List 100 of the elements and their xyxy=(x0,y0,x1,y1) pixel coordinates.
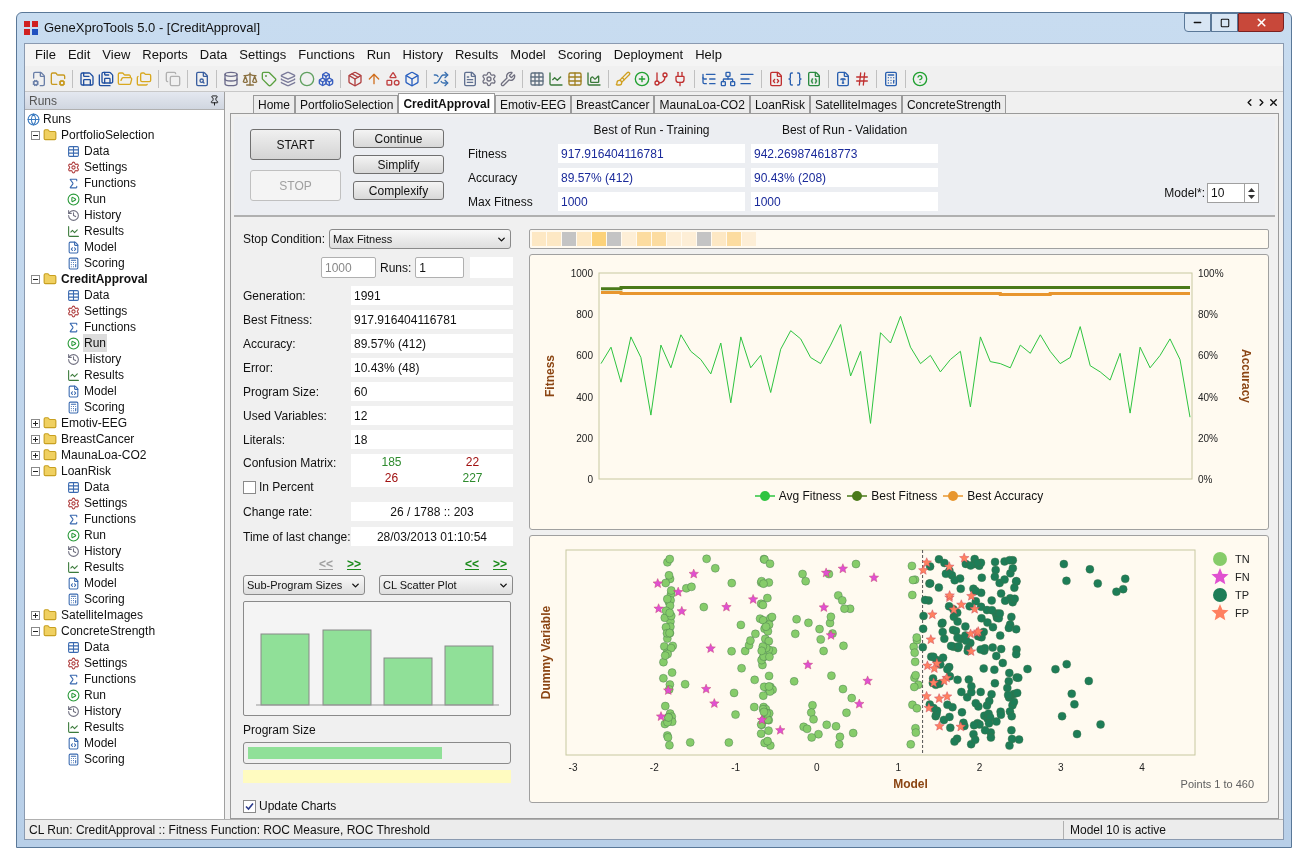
tree-item[interactable]: Model xyxy=(83,382,118,400)
menu-item[interactable]: Run xyxy=(360,45,397,65)
help-icon[interactable] xyxy=(912,70,928,87)
tree-item[interactable]: PortfolioSelection xyxy=(60,126,156,144)
menu-item[interactable]: Functions xyxy=(292,45,361,65)
file-gear-icon[interactable] xyxy=(31,70,47,87)
menu-item[interactable]: Deployment xyxy=(607,45,690,65)
cube-icon[interactable] xyxy=(404,70,420,87)
checkbox[interactable] xyxy=(243,799,256,813)
menu-item[interactable]: File xyxy=(29,45,62,65)
tree-item[interactable]: Scoring xyxy=(83,398,126,416)
tree-item[interactable]: Scoring xyxy=(83,590,126,608)
hash-icon[interactable] xyxy=(854,70,870,87)
action-button[interactable]: Continue xyxy=(353,129,444,148)
runs-field[interactable]: 1 xyxy=(415,257,465,278)
tree-item[interactable]: Functions xyxy=(83,174,138,192)
tree-item[interactable]: Settings xyxy=(83,158,129,176)
checkbox[interactable] xyxy=(243,480,256,494)
nav-link[interactable]: >> xyxy=(347,555,361,573)
maximize-button[interactable] xyxy=(1211,13,1238,32)
save-all-icon[interactable] xyxy=(98,70,114,87)
tree-item[interactable]: Results xyxy=(83,558,125,576)
tab[interactable]: ConcreteStrength xyxy=(901,95,1006,113)
add-icon[interactable] xyxy=(634,70,650,87)
menu-item[interactable]: History xyxy=(396,45,449,65)
chart-selector-dropdown[interactable]: CL Scatter Plot xyxy=(379,575,513,595)
tree-item[interactable]: Settings xyxy=(83,654,129,672)
tree-item[interactable]: History xyxy=(83,350,123,368)
menu-item[interactable]: Help xyxy=(689,45,728,65)
menu-item[interactable]: Edit xyxy=(61,45,97,65)
tree-item[interactable]: Data xyxy=(83,638,111,656)
tree-item[interactable]: Run xyxy=(83,334,107,352)
calculator-icon[interactable] xyxy=(883,70,899,87)
type-file-icon[interactable] xyxy=(835,70,851,87)
tab[interactable]: SatelliteImages xyxy=(809,95,902,113)
model-spinner[interactable]: 10 xyxy=(1207,183,1259,203)
tree-item[interactable]: Settings xyxy=(83,494,129,512)
area-chart-icon[interactable] xyxy=(586,70,602,87)
collapse-icon[interactable] xyxy=(31,466,40,476)
tree-item[interactable]: ConcreteStrength xyxy=(60,622,157,640)
tab[interactable]: Home xyxy=(253,95,295,113)
run-button[interactable]: START xyxy=(250,129,341,160)
tree-item[interactable]: CreditApproval xyxy=(60,270,149,288)
collapse-icon[interactable] xyxy=(31,626,40,636)
tree-item[interactable]: Settings xyxy=(83,302,129,320)
menu-item[interactable]: Reports xyxy=(136,45,194,65)
tree-item[interactable]: Scoring xyxy=(83,254,126,272)
tree-item[interactable]: Data xyxy=(83,286,111,304)
close-icon[interactable] xyxy=(1268,97,1279,108)
tab[interactable]: PortfolioSelection xyxy=(295,95,399,113)
table-icon[interactable] xyxy=(567,70,583,87)
minimize-button[interactable] xyxy=(1184,13,1211,32)
spin-up-icon[interactable] xyxy=(1248,187,1255,192)
spin-down-icon[interactable] xyxy=(1248,194,1255,199)
tree-item[interactable]: Functions xyxy=(83,510,138,528)
tree-item[interactable]: Model xyxy=(83,734,118,752)
tree-item[interactable]: Run xyxy=(83,190,107,208)
tree-item[interactable]: Model xyxy=(83,238,118,256)
tree-item[interactable]: Data xyxy=(83,478,111,496)
scroll-right-icon[interactable] xyxy=(1256,97,1267,108)
nav-link[interactable]: << xyxy=(464,555,479,573)
tree-item[interactable]: History xyxy=(83,206,123,224)
chart-selector-dropdown[interactable]: Sub-Program Sizes xyxy=(243,575,365,595)
tree-item[interactable]: History xyxy=(83,542,123,560)
expand-icon[interactable] xyxy=(31,610,40,620)
database-icon[interactable] xyxy=(223,70,239,87)
nav-link[interactable]: >> xyxy=(493,555,507,573)
circle-icon[interactable] xyxy=(299,70,315,87)
json-file-icon[interactable] xyxy=(806,70,822,87)
grid-icon[interactable] xyxy=(529,70,545,87)
tree-item[interactable]: Scoring xyxy=(83,750,126,768)
branch-icon[interactable] xyxy=(653,70,669,87)
tab[interactable]: Emotiv-EEG xyxy=(495,95,572,113)
tree-item[interactable]: Results xyxy=(83,366,125,384)
action-button[interactable]: Simplify xyxy=(353,155,444,174)
close-button[interactable] xyxy=(1238,13,1284,32)
tree-item[interactable]: Runs xyxy=(43,110,71,128)
shuffle-icon[interactable] xyxy=(433,70,449,87)
line-chart-icon[interactable] xyxy=(548,70,564,87)
menu-item[interactable]: View xyxy=(96,45,137,65)
tag-icon[interactable] xyxy=(261,70,277,87)
menu-item[interactable]: Results xyxy=(449,45,505,65)
code-file-icon[interactable] xyxy=(768,70,784,87)
search-icon[interactable] xyxy=(194,70,210,87)
tree-item[interactable]: LoanRisk xyxy=(60,462,113,480)
menu-item[interactable]: Scoring xyxy=(551,45,608,65)
layers-icon[interactable] xyxy=(280,70,296,87)
tree-item[interactable]: SatelliteImages xyxy=(60,606,145,624)
tab[interactable]: BreastCancer xyxy=(571,95,655,113)
expand-icon[interactable] xyxy=(31,434,40,444)
tree-item[interactable]: Run xyxy=(83,526,107,544)
shapes-icon[interactable] xyxy=(385,70,401,87)
save-icon[interactable] xyxy=(79,70,95,87)
tree-item[interactable]: Results xyxy=(83,718,125,736)
tree-item[interactable]: Functions xyxy=(83,318,138,336)
action-button[interactable]: Complexify xyxy=(353,181,444,200)
pin-icon[interactable] xyxy=(209,95,220,106)
tree-item[interactable]: Data xyxy=(83,142,111,160)
tab[interactable]: CreditApproval xyxy=(398,93,496,113)
package-icon[interactable] xyxy=(347,70,363,87)
